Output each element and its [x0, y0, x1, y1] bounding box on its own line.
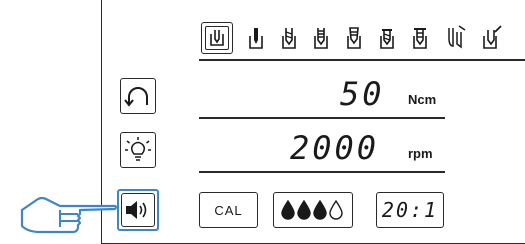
top-divider	[199, 59, 525, 61]
pointing-hand-icon	[20, 196, 118, 234]
program-2-icon[interactable]	[247, 26, 265, 50]
calibrate-button[interactable]: CAL	[199, 192, 258, 228]
irrigation-drop	[297, 199, 311, 220]
program-9-icon[interactable]	[481, 24, 503, 50]
program-7-icon[interactable]	[411, 26, 429, 50]
program-1-button[interactable]	[201, 22, 233, 54]
program-selector	[195, 18, 525, 56]
program-3-icon[interactable]	[280, 26, 298, 50]
sound-button[interactable]	[117, 189, 159, 231]
irrigation-button[interactable]	[273, 192, 353, 228]
speed-value: 2000	[290, 129, 380, 167]
torque-readout: 50 Ncm	[340, 75, 450, 114]
ratio-value: 20:1	[381, 198, 439, 222]
irrigation-level-icon	[281, 199, 343, 220]
sound-button-inner	[121, 193, 155, 227]
light-button[interactable]	[120, 132, 156, 168]
speaker-volume-icon	[126, 201, 147, 219]
program-8-icon[interactable]	[445, 24, 467, 50]
irrigation-drop	[281, 199, 295, 220]
irrigation-drop	[329, 199, 343, 220]
torque-unit: Ncm	[408, 92, 437, 107]
program-5-icon[interactable]	[345, 26, 363, 50]
torque-value: 50	[340, 75, 385, 113]
torque-underline	[199, 117, 445, 119]
program-6-icon[interactable]	[378, 26, 396, 50]
rotation-direction-icon	[124, 87, 148, 107]
light-bulb-icon	[125, 137, 151, 161]
speed-underline	[199, 171, 445, 173]
program-4-icon[interactable]	[312, 26, 330, 50]
speed-readout: 2000 rpm	[290, 129, 450, 168]
program-1-icon	[210, 30, 224, 46]
rotation-button[interactable]	[120, 78, 156, 114]
speed-unit: rpm	[408, 146, 433, 161]
calibrate-label: CAL	[214, 202, 243, 218]
ratio-button[interactable]: 20:1	[376, 192, 444, 228]
irrigation-drop	[313, 199, 327, 220]
